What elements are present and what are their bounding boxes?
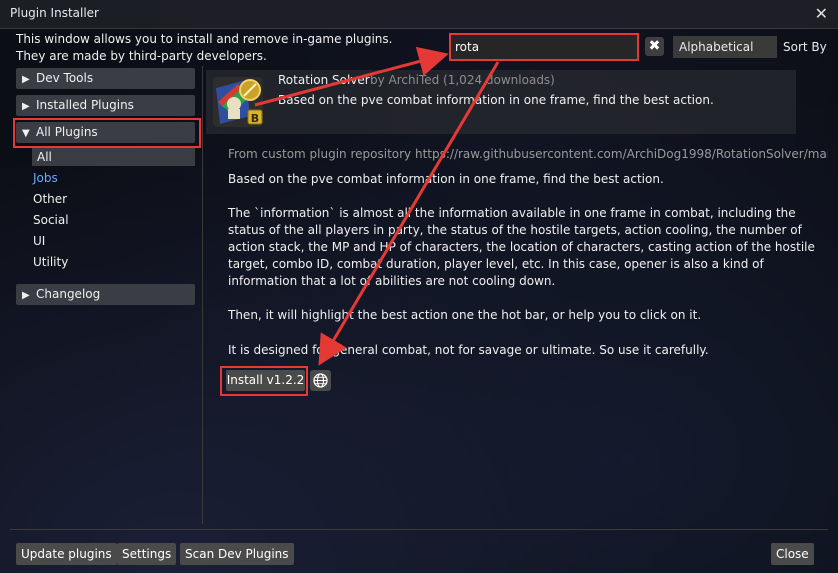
category-installed-plugins[interactable]: ▶ Installed Plugins (16, 95, 195, 116)
description-line-2: They are made by third-party developers. (16, 49, 267, 63)
description: This window allows you to install and re… (16, 31, 392, 65)
triangle-right-icon: ▶ (22, 290, 30, 301)
triangle-down-icon: ▼ (22, 128, 30, 139)
clear-icon: ✖ (648, 38, 661, 54)
svg-text:B: B (251, 112, 259, 125)
plugin-paragraph: The `information` is almost all the info… (228, 206, 815, 288)
subcategory-all[interactable]: All (32, 148, 195, 166)
triangle-right-icon: ▶ (22, 74, 30, 85)
window-title: Plugin Installer (10, 6, 99, 20)
sort-dropdown[interactable]: Alphabetical (673, 36, 777, 58)
scan-dev-plugins-button[interactable]: Scan Dev Plugins (180, 543, 294, 565)
description-line-1: This window allows you to install and re… (16, 32, 393, 46)
plugin-paragraph: Based on the pve combat information in o… (228, 172, 664, 186)
triangle-right-icon: ▶ (22, 101, 30, 112)
search-box (449, 33, 639, 61)
title-bar[interactable]: Plugin Installer ✕ (0, 0, 838, 29)
subcategory-jobs[interactable]: Jobs (33, 171, 58, 185)
install-button[interactable]: Install v1.2.2 (226, 370, 305, 391)
globe-icon (313, 373, 328, 388)
category-sidebar: ▶ Dev Tools ▶ Installed Plugins ▼ All Plugi… (12, 66, 202, 524)
footer-divider (10, 529, 828, 530)
category-dev-tools[interactable]: ▶ Dev Tools (16, 68, 195, 89)
category-label: Changelog (36, 287, 101, 301)
subcategory-other[interactable]: Other (33, 192, 67, 206)
category-label: Dev Tools (36, 71, 94, 85)
subcategory-ui[interactable]: UI (33, 234, 45, 248)
clear-search-button[interactable]: ✖ (645, 37, 664, 56)
plugin-installer-window: Plugin Installer ✕ This window allows yo… (0, 0, 838, 573)
close-icon[interactable]: ✕ (815, 4, 828, 23)
search-input[interactable] (455, 38, 631, 56)
plugin-paragraph: It is designed for general combat, not f… (228, 343, 709, 357)
plugin-short-description: Based on the pve combat information in o… (278, 93, 714, 107)
sort-by-label: Sort By (783, 40, 827, 54)
close-button[interactable]: Close (771, 543, 814, 565)
update-plugins-button[interactable]: Update plugins (16, 543, 117, 565)
open-website-button[interactable] (310, 370, 331, 391)
plugin-paragraph: Then, it will highlight the best action … (228, 308, 702, 322)
subcategory-utility[interactable]: Utility (33, 255, 68, 269)
repository-url: From custom plugin repository https://ra… (228, 147, 828, 161)
subcategory-social[interactable]: Social (33, 213, 69, 227)
sidebar-divider (202, 66, 203, 524)
settings-button[interactable]: Settings (117, 543, 177, 565)
plugin-row-rotation-solver[interactable]: B Rotation Solver by ArchiTed (1,024 dow… (206, 70, 796, 134)
category-label: All Plugins (36, 125, 98, 139)
plugin-logo-icon: B (213, 77, 263, 127)
category-all-plugins[interactable]: ▼ All Plugins (16, 122, 195, 143)
plugin-name: Rotation Solver (278, 73, 370, 87)
category-label: Installed Plugins (36, 98, 134, 112)
category-changelog[interactable]: ▶ Changelog (16, 284, 195, 305)
plugin-author: by ArchiTed (1,024 downloads) (370, 73, 555, 87)
